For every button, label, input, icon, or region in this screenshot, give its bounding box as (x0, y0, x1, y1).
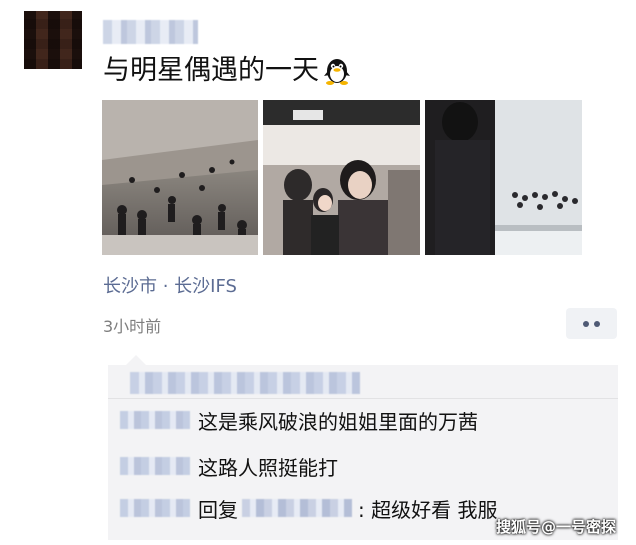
location-link[interactable]: 长沙市 · 长沙IFS (103, 272, 237, 298)
likes-list-blurred (130, 372, 360, 394)
dot-icon (583, 321, 589, 327)
avatar[interactable] (24, 11, 82, 69)
photo-thumbnail[interactable] (263, 100, 420, 255)
divider (108, 398, 618, 399)
photo-guard-crowd (425, 100, 582, 255)
comment-text: 这路人照挺能打 (198, 455, 338, 480)
post-text: 与明星偶遇的一天 (103, 55, 319, 86)
watermark: 搜狐号@一号密探 (496, 518, 617, 536)
photo-celebrity-closeup (263, 100, 420, 255)
comment-item[interactable]: 这是乘风破浪的姐姐里面的万茜 (120, 406, 478, 434)
photo-thumbnail[interactable] (102, 100, 258, 255)
qq-penguin-icon (324, 59, 350, 85)
comment-text: : 超级好看 我服 (358, 497, 498, 522)
comment-item[interactable]: 回复 : 超级好看 我服 (120, 494, 497, 522)
photo-thumbnail[interactable] (425, 100, 582, 255)
dot-icon (594, 321, 600, 327)
username-blurred[interactable] (103, 20, 198, 44)
reply-target-blurred[interactable] (242, 499, 352, 517)
comment-text: 这是乘风破浪的姐姐里面的万茜 (198, 409, 478, 434)
commenter-blurred[interactable] (120, 499, 190, 517)
comment-item[interactable]: 这路人照挺能打 (120, 452, 338, 480)
commenter-blurred[interactable] (120, 457, 190, 475)
commenter-blurred[interactable] (120, 411, 190, 429)
post-time: 3小时前 (103, 317, 162, 336)
reply-prefix: 回复 (198, 497, 238, 522)
photo-crowd-mall (102, 100, 258, 255)
more-actions-button[interactable] (566, 308, 617, 339)
